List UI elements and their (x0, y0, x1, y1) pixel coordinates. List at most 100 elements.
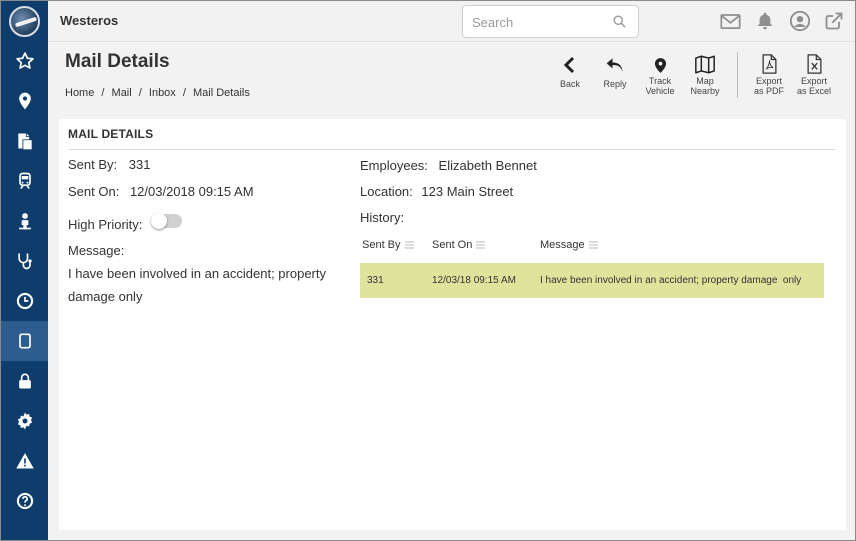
column-menu-icon (588, 241, 598, 249)
sidebar-item-documents[interactable] (1, 121, 48, 161)
history-col-sent-by-label: Sent By (362, 239, 401, 251)
location-pin-icon (18, 92, 31, 110)
message-value: I have been involved in an accident; pro… (68, 266, 327, 304)
mail-icon (719, 13, 741, 29)
breadcrumb-separator: / (101, 87, 105, 99)
history-row[interactable]: 331 12/03/18 09:15 AM I have been involv… (360, 263, 824, 298)
toolbar-divider (737, 52, 738, 98)
sent-on-label: Sent On: (68, 184, 120, 199)
breadcrumb-mail[interactable]: Mail (112, 87, 132, 99)
profile-button[interactable] (789, 10, 811, 32)
history-col-sent-on[interactable]: Sent On (432, 239, 486, 251)
sidebar-item-favorites[interactable] (1, 41, 48, 81)
history-label: History: (360, 210, 405, 225)
app-logo[interactable] (9, 6, 40, 37)
breadcrumb-inbox[interactable]: Inbox (149, 87, 176, 99)
sidebar-item-alerts[interactable] (1, 441, 48, 481)
notifications-button[interactable] (754, 10, 776, 32)
export-excel-button[interactable]: Export as Excel (792, 52, 836, 96)
bell-icon (757, 12, 773, 30)
high-priority-toggle[interactable] (151, 213, 182, 229)
track-vehicle-button[interactable]: Track Vehicle (638, 52, 682, 96)
map-pin-icon (654, 58, 666, 73)
export-pdf-button[interactable]: Export as PDF (747, 52, 791, 96)
sidebar-item-mail[interactable] (1, 321, 48, 361)
page-title: Mail Details (65, 51, 170, 72)
section-title: MAIL DETAILS (68, 127, 154, 141)
location-field: Location: 123 Main Street (360, 184, 513, 199)
history-col-sent-by[interactable]: Sent By (362, 239, 414, 251)
lock-icon (18, 373, 31, 389)
sidebar (1, 1, 48, 540)
app-title: Westeros (60, 13, 119, 28)
gear-icon (17, 412, 32, 430)
export-pdf-label-line2: as PDF (753, 86, 784, 96)
help-icon (16, 492, 33, 510)
breadcrumb-separator: / (138, 87, 142, 99)
breadcrumb-current: Mail Details (193, 87, 250, 99)
documents-icon (17, 133, 32, 150)
train-icon (18, 172, 31, 189)
chevron-left-icon (563, 56, 575, 74)
reply-label: Reply (603, 79, 627, 89)
warning-icon (15, 453, 34, 469)
mail-details-card: MAIL DETAILS Sent By: 331 Sent On: 12/03… (59, 119, 846, 530)
export-pdf-label-line1: Export (755, 76, 782, 86)
employees-value: Elizabeth Bennet (438, 158, 537, 173)
history-col-message-label: Message (540, 239, 585, 251)
sent-on-field: Sent On: 12/03/2018 09:15 AM (68, 184, 254, 199)
sent-by-label: Sent By: (68, 157, 118, 172)
export-excel-label-line2: as Excel (796, 86, 831, 96)
column-menu-icon (476, 241, 486, 249)
sidebar-item-history[interactable] (1, 281, 48, 321)
column-menu-icon (404, 241, 414, 249)
reply-button[interactable]: Reply (593, 52, 637, 89)
map-nearby-button[interactable]: Map Nearby (683, 52, 727, 96)
sidebar-item-locations[interactable] (1, 81, 48, 121)
map-icon (695, 55, 715, 74)
reply-icon (606, 58, 623, 72)
history-col-message[interactable]: Message (540, 239, 598, 251)
map-nearby-label-line2: Nearby (690, 86, 720, 96)
sidebar-item-settings[interactable] (1, 401, 48, 441)
history-col-sent-on-label: Sent On (432, 239, 473, 251)
search-icon[interactable] (612, 14, 627, 29)
history-cell-sent-on: 12/03/18 09:15 AM (432, 275, 516, 286)
sidebar-item-help[interactable] (1, 481, 48, 521)
page-header: Mail Details Home / Mail / Inbox / Mail … (48, 42, 855, 110)
search-box[interactable] (462, 5, 639, 38)
breadcrumb-separator: / (182, 87, 186, 99)
pdf-file-icon (762, 54, 776, 74)
sidebar-item-people[interactable] (1, 201, 48, 241)
track-vehicle-label-line1: Track (648, 76, 672, 86)
sent-by-value: 331 (128, 157, 151, 172)
excel-file-icon (807, 54, 821, 74)
export-excel-label-line1: Export (800, 76, 827, 86)
tablet-icon (18, 333, 31, 349)
message-label: Message: (68, 243, 125, 258)
sidebar-item-transit[interactable] (1, 161, 48, 201)
app-window: Westeros Mail Details Home / Mail / Inbo… (0, 0, 856, 541)
search-input[interactable] (472, 13, 602, 31)
sidebar-item-security[interactable] (1, 361, 48, 401)
top-bar: Westeros (48, 1, 855, 42)
open-external-button[interactable] (823, 10, 845, 32)
mail-button[interactable] (719, 10, 741, 32)
sent-by-field: Sent By: 331 (68, 157, 150, 172)
sent-on-value: 12/03/2018 09:15 AM (129, 184, 254, 199)
map-nearby-label-line1: Map (696, 76, 714, 86)
user-icon (789, 10, 811, 32)
back-button[interactable]: Back (548, 52, 592, 89)
employees-label: Employees: (360, 158, 428, 173)
section-divider (68, 149, 836, 150)
high-priority-label: High Priority: (68, 217, 143, 232)
location-label: Location: (360, 184, 413, 199)
breadcrumb: Home / Mail / Inbox / Mail Details (65, 87, 254, 99)
star-icon (15, 52, 34, 69)
external-link-icon (825, 12, 843, 30)
history-cell-message: I have been involved in an accident; pro… (540, 275, 802, 286)
sidebar-item-health[interactable] (1, 241, 48, 281)
breadcrumb-home[interactable]: Home (65, 87, 94, 99)
clock-icon (16, 292, 33, 310)
back-label: Back (559, 79, 580, 89)
